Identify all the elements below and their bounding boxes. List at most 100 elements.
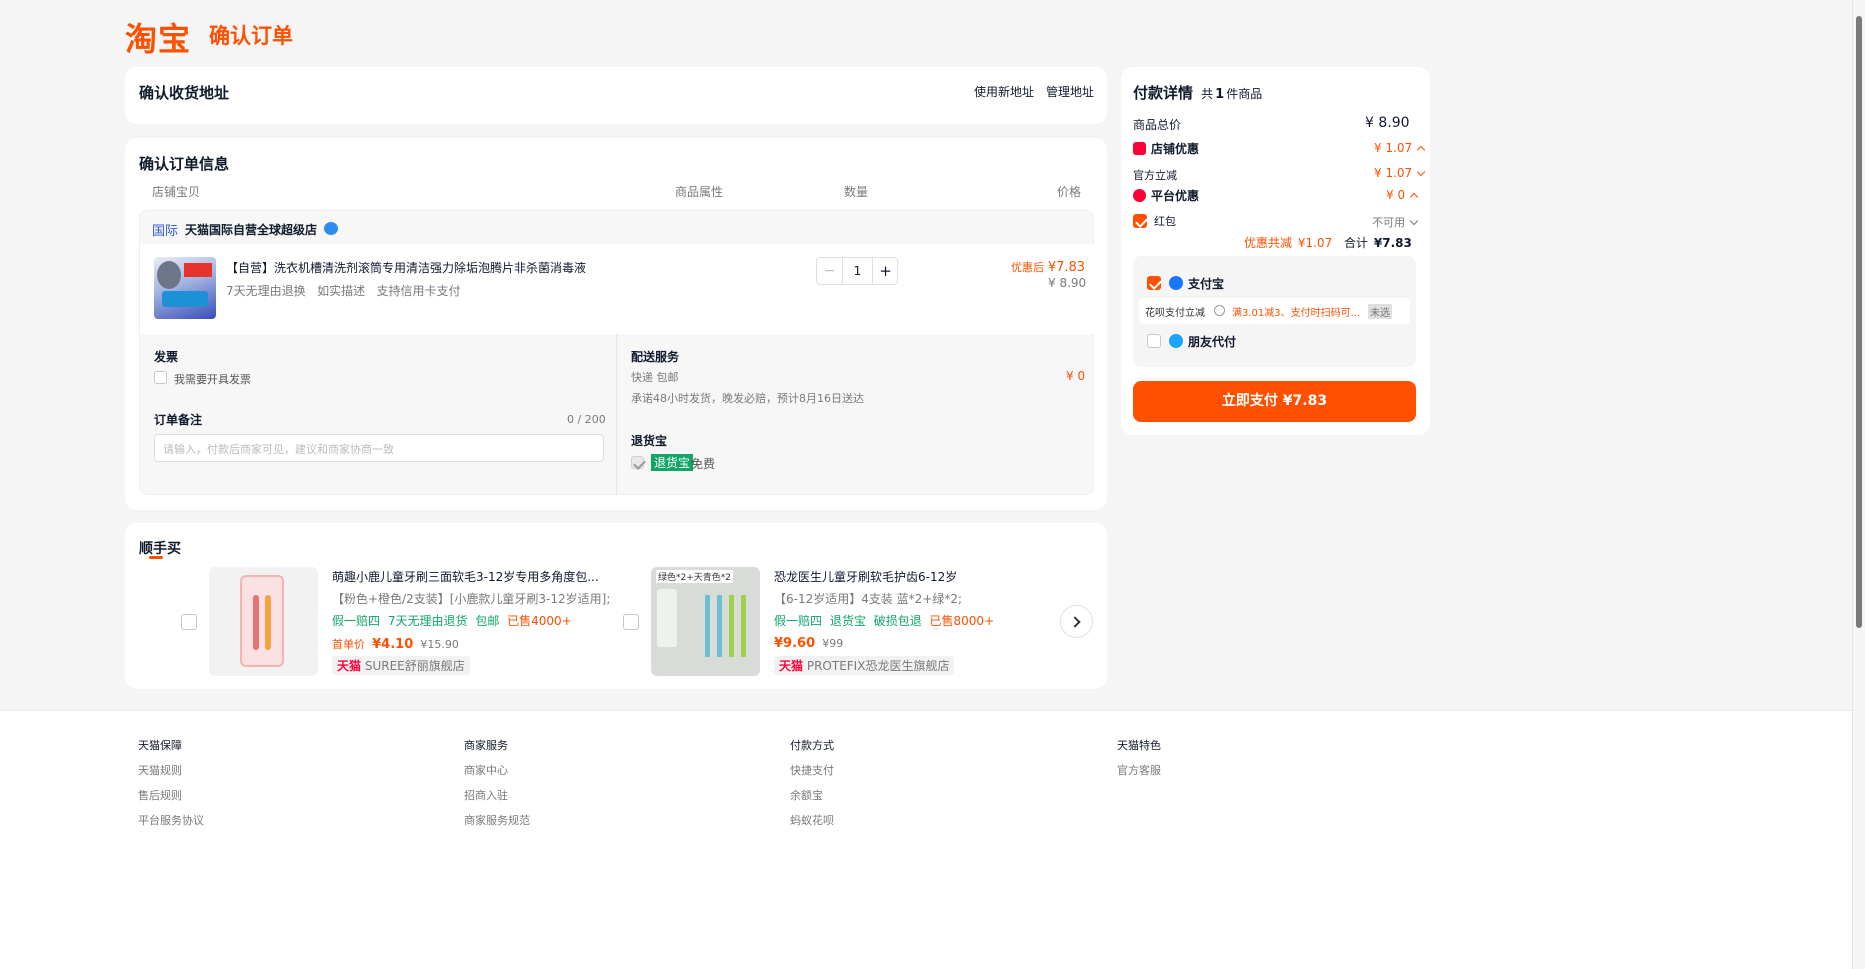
platform-discount-label: 平台优惠 xyxy=(1151,189,1200,203)
recommend-item-2-tag-3: 破损包退 xyxy=(873,614,922,628)
footer-link[interactable]: 快捷支付 xyxy=(790,762,834,778)
recommend-item-2-tag-1: 假一赔四 xyxy=(774,614,823,628)
payment-header: 付款详情 共 1 件商品 xyxy=(1133,82,1262,103)
delivery-price: ¥ 0 xyxy=(1066,369,1086,383)
tmall-global-badge: 国际 xyxy=(152,224,179,239)
footer-column-title: 付款方式 xyxy=(790,739,834,752)
service-tags: 7天无理由退换 如实描述 支持信用卡支付 xyxy=(226,284,461,298)
alipay-icon xyxy=(1169,276,1183,290)
item-count-suffix: 件商品 xyxy=(1226,87,1263,101)
footer-column-merchant: 商家服务 商家中心 招商入驻 商家服务规范 xyxy=(464,737,530,828)
recommend-item-2-title[interactable]: 恐龙医生儿童牙刷软毛护齿6-12岁 xyxy=(774,568,957,585)
huabei-offer-row[interactable]: 花呗支付立减 满3.01减3、支付时扫码可... 未选 xyxy=(1139,298,1410,324)
recommend-item-1-price-value: ¥4.10 xyxy=(372,637,414,652)
recommend-item-2-image[interactable]: 绿色*2+天青色*2 xyxy=(651,567,760,676)
chevron-down-icon xyxy=(1409,216,1419,226)
footer-link[interactable]: 蚂蚁花呗 xyxy=(790,812,834,828)
alipay-checkbox[interactable] xyxy=(1147,276,1161,290)
scrollbar-thumb[interactable] xyxy=(1856,16,1862,628)
footer-column-payment: 付款方式 快捷支付 余额宝 蚂蚁花呗 xyxy=(790,737,834,828)
order-card: 确认订单信息 店铺宝贝 商品属性 数量 价格 国际 天猫国际自营全球超级店 【自… xyxy=(125,138,1107,510)
discount-price-value: ¥7.83 xyxy=(1047,260,1086,275)
address-section-title: 确认收货地址 xyxy=(139,84,230,102)
item-count: 1 xyxy=(1215,87,1225,102)
recommend-item-1-tag-1: 假一赔四 xyxy=(332,614,381,628)
chat-icon[interactable] xyxy=(324,222,338,235)
official-discount-amount: ¥ 1.07 xyxy=(1374,166,1413,180)
huabei-status: 未选 xyxy=(1368,304,1392,319)
footer-column-guarantee: 天猫保障 天猫规则 售后规则 平台服务协议 xyxy=(138,737,204,828)
taobao-logo[interactable]: 淘宝 xyxy=(125,14,191,60)
quantity-increase-button[interactable]: + xyxy=(872,258,898,284)
friend-pay-label[interactable]: 朋友代付 xyxy=(1188,333,1236,350)
official-discount-value[interactable]: ¥ 1.07 xyxy=(1374,166,1426,180)
friend-pay-icon xyxy=(1169,334,1183,348)
redpacket-status[interactable]: 不可用 xyxy=(1372,214,1419,230)
footer-link[interactable]: 商家服务规范 xyxy=(464,812,530,828)
footer-column-features: 天猫特色 官方客服 xyxy=(1117,737,1161,778)
shop-discount-value[interactable]: ¥ 1.07 xyxy=(1374,141,1426,155)
recommend-item-2-store[interactable]: 天猫 PROTEFIX恐龙医生旗舰店 xyxy=(774,656,955,675)
invoice-checkbox[interactable] xyxy=(154,371,167,384)
recommend-item-2-store-name: PROTEFIX恐龙医生旗舰店 xyxy=(806,659,950,673)
alipay-label[interactable]: 支付宝 xyxy=(1188,275,1224,292)
platform-discount-value[interactable]: ¥ 0 xyxy=(1386,188,1419,202)
pay-now-button[interactable]: 立即支付 ¥7.83 xyxy=(1133,381,1416,422)
invoice-option-label: 我需要开具发票 xyxy=(174,373,251,386)
delivery-panel: 配送服务 快递 包邮 ¥ 0 承诺48小时发货，晚发必赔，预计8月16日送达 退… xyxy=(618,334,1095,495)
recommend-item-2-price-value: ¥9.60 xyxy=(774,636,816,651)
footer-link[interactable]: 天猫规则 xyxy=(138,762,204,778)
page-scrollbar[interactable] xyxy=(1852,0,1865,969)
friend-pay-checkbox[interactable] xyxy=(1147,334,1161,348)
footer-link[interactable]: 商家中心 xyxy=(464,762,530,778)
return-insurance-checkbox[interactable] xyxy=(631,456,644,469)
platform-discount-icon xyxy=(1133,189,1146,202)
quantity-decrease-button[interactable]: − xyxy=(817,258,843,284)
redpacket-label: 红包 xyxy=(1154,215,1176,228)
recommend-title-underline xyxy=(149,556,163,559)
footer-link[interactable]: 平台服务协议 xyxy=(138,812,204,828)
chevron-right-icon xyxy=(1069,616,1081,628)
sum-value: ¥7.83 xyxy=(1373,236,1412,250)
recommend-card: 顺手买 萌趣小鹿儿童牙刷三面软毛3-12岁专用多角度包... 【粉色+橙色/2支… xyxy=(125,523,1107,689)
footer-link[interactable]: 余额宝 xyxy=(790,787,834,803)
recommend-title: 顺手买 xyxy=(139,541,181,557)
page-title: 确认订单 xyxy=(209,24,293,48)
tmall-badge: 天猫 xyxy=(337,659,362,673)
delivery-method[interactable]: 快递 包邮 xyxy=(631,369,679,385)
recommend-item-1-spec: 【粉色+橙色/2支装】[小鹿款儿童牙刷3-12岁适用]; xyxy=(332,592,611,606)
product-title[interactable]: 【自营】洗衣机槽清洗剂滚筒专用清洁强力除垢泡腾片非杀菌消毒液 xyxy=(226,259,586,276)
help-icon[interactable] xyxy=(1214,305,1225,316)
recommend-next-button[interactable] xyxy=(1060,605,1093,638)
recommend-item-1-store[interactable]: 天猫 SUREE舒丽旗舰店 xyxy=(332,656,470,675)
footer-link[interactable]: 官方客服 xyxy=(1117,762,1161,778)
recommend-item-1-image[interactable] xyxy=(209,567,318,676)
manage-address-link[interactable]: 管理地址 xyxy=(1046,83,1094,100)
discounted-price: 优惠后 ¥7.83 xyxy=(1011,259,1085,275)
redpacket-checkbox[interactable] xyxy=(1133,214,1147,228)
recommend-item-1-checkbox[interactable] xyxy=(181,614,197,630)
recommend-item-2-image-label: 绿色*2+天青色*2 xyxy=(656,570,733,583)
footer-link[interactable]: 售后规则 xyxy=(138,787,204,803)
recommend-item-1-title[interactable]: 萌趣小鹿儿童牙刷三面软毛3-12岁专用多角度包... xyxy=(332,568,599,585)
order-note-input[interactable]: 请输入，付款后商家可见，建议和商家协商一致 xyxy=(154,434,604,462)
recommend-item-2-checkbox[interactable] xyxy=(623,614,639,630)
tmall-badge: 天猫 xyxy=(779,659,804,673)
quantity-input[interactable]: 1 xyxy=(843,258,872,284)
new-address-link[interactable]: 使用新地址 xyxy=(974,83,1034,100)
shop-discount-amount: ¥ 1.07 xyxy=(1374,141,1413,155)
saving-value: ¥1.07 xyxy=(1297,236,1333,250)
recommend-item-2-tags: 假一赔四 退货宝 破损包退 已售8000+ xyxy=(774,612,994,629)
invoice-note-panel: 发票 我需要开具发票 订单备注 0 / 200 请输入，付款后商家可见，建议和商… xyxy=(140,334,617,495)
invoice-title: 发票 xyxy=(154,350,179,364)
store-name[interactable]: 天猫国际自营全球超级店 xyxy=(185,221,317,238)
recommend-item-2-price: ¥9.60 ¥99 xyxy=(774,636,843,651)
original-price: ¥ 8.90 xyxy=(1048,276,1087,290)
item-count-prefix: 共 xyxy=(1201,87,1214,101)
shop-discount-label: 店铺优惠 xyxy=(1151,142,1200,156)
redpacket-status-text: 不可用 xyxy=(1372,216,1405,229)
footer-link[interactable]: 招商入驻 xyxy=(464,787,530,803)
chevron-up-icon xyxy=(1416,145,1426,155)
column-header-price: 价格 xyxy=(1057,185,1082,199)
product-thumbnail[interactable] xyxy=(154,257,216,319)
